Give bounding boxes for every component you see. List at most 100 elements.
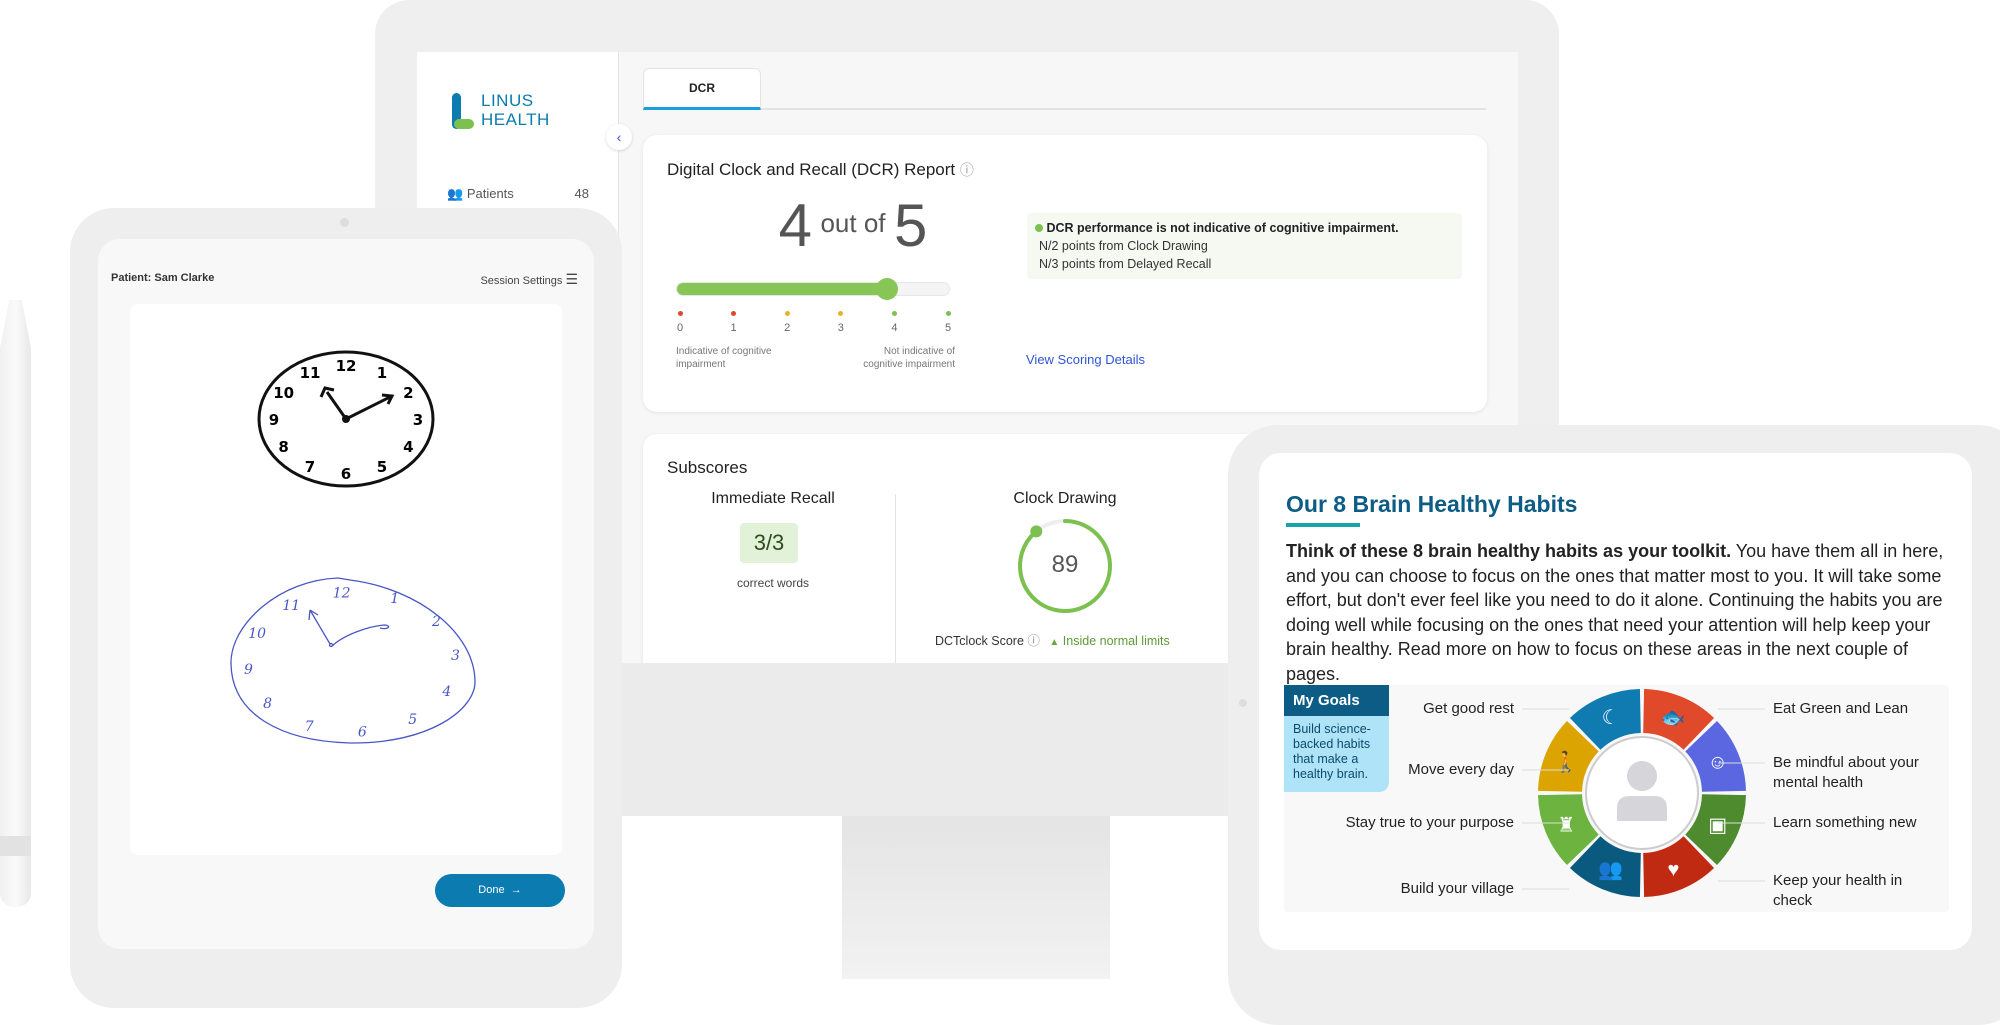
stylus-pencil [0,300,31,907]
divider [895,494,896,663]
habits-screen: Our 8 Brain Healthy Habits Think of thes… [1259,453,1972,950]
avatar-icon [1627,761,1657,791]
scale-tick: 4 [888,311,900,334]
drawing-canvas[interactable]: 12 1 2 3 4 5 6 7 8 9 10 11 12 1 2 3 4 5 6 7 8 9 10 11 [130,304,562,855]
ring-knob [1030,525,1043,538]
drawn-clock-number: 6 [358,725,367,741]
pencil-band [0,836,31,856]
habit-label: Eat Green and Lean [1773,700,1909,717]
tab-bar: DCR [643,68,1486,110]
clock-number: 9 [269,411,279,429]
drawn-clock-number: 7 [305,719,314,735]
drawn-clock-number: 5 [408,712,417,728]
clock-number: 10 [273,384,294,402]
done-button[interactable]: Done → [435,874,565,907]
right-caption: Not indicative of cognitive impairment [863,346,955,370]
scale-dot [731,311,737,316]
heart-icon: ♥ [1667,859,1679,881]
clock-number: 6 [341,465,351,483]
scale-tick: 5 [942,311,954,334]
habit-label: Be mindful about your mental health [1773,754,1919,791]
tablet-camera [340,218,349,227]
status-box: DCR performance is not indicative of cog… [1027,213,1462,279]
drawn-clock-number: 10 [248,626,266,642]
report-title: Digital Clock and Recall (DCR) Report [667,160,956,179]
score-slider [676,278,950,300]
scale-label: 3 [837,322,844,334]
scale-dot [677,311,683,316]
chess-king-icon: ♜ [1557,814,1575,836]
people-icon: 👥 [1598,859,1623,881]
wheel-center [1585,736,1699,850]
patient-drawn-clock: 12 1234567891011 [230,577,476,744]
avatar-body [1617,796,1667,821]
sidebar-item-patients[interactable]: 👥 Patients 48 [447,186,607,206]
drawn-clock-number: 12 [333,585,351,601]
scale-dot [945,311,951,316]
recall-score-badge: 3/3 [740,523,798,563]
scale-tick: 3 [835,311,847,334]
habit-label: Get good rest [1423,700,1514,717]
status-dot [1035,224,1043,232]
tab-dcr[interactable]: DCR [643,68,761,110]
dcr-report-card: Digital Clock and Recall (DCR) Report ⓘ … [643,135,1487,412]
reference-clock: 12 1234567891011 [257,350,435,488]
linus-health-logo: LINUS HEALTH [452,91,582,133]
drawn-clock-number: 2 [431,614,441,630]
patient-name: Patient: Sam Clarke [111,272,215,284]
clock-number: 11 [300,364,321,382]
monitor-stand [842,816,1110,979]
habit-label: Build your village [1400,880,1514,897]
session-settings-button[interactable]: Session Settings ☰ [480,271,578,288]
clock-number: 4 [403,438,413,456]
habit-label: Learn something new [1773,814,1917,831]
tablet-screen: Patient: Sam Clarke Session Settings ☰ 1… [98,239,594,949]
scale-dot [891,311,897,316]
scale-dot [838,311,844,316]
clock-number: 8 [278,438,288,456]
users-icon: 👥 [447,186,464,201]
clock-number: 3 [413,411,423,429]
scale-label: 1 [730,322,737,334]
info-icon[interactable]: ⓘ [960,162,974,178]
scale-label: 4 [891,322,898,334]
scale-label: 2 [784,322,791,334]
scale-tick: 1 [728,311,740,334]
moon-sleep-icon: ☾ [1602,707,1620,729]
drawn-clock-number: 3 [451,648,460,664]
drawn-clock-number: 11 [282,598,300,614]
score-slider-knob [876,278,899,300]
drawn-clock-number: 1 [390,591,399,607]
drawn-clock-number: 4 [441,684,451,700]
habit-label: Keep your health in check [1773,872,1903,909]
scale-dot [784,311,790,316]
clock-number: 7 [305,458,315,476]
drawn-clock-number: 9 [244,662,253,678]
chevron-left-icon: ‹ [616,129,622,145]
total-score: 4 out of 5 [778,192,928,259]
scale-tick: 0 [674,311,686,334]
clock-number: 5 [377,458,387,476]
menu-icon: ☰ [565,271,578,287]
left-caption: Indicative of cognitive impairment [676,346,772,370]
collapse-sidebar-button[interactable]: ‹ [606,124,632,150]
habit-label: Stay true to your purpose [1345,814,1514,831]
tablet-camera [1239,699,1247,707]
score-slider-fill [677,283,889,295]
triangle-up-icon: ▲ [1049,637,1060,648]
clock-number: 1 [377,364,387,382]
scale-label: 0 [676,322,684,334]
view-scoring-details-link[interactable]: View Scoring Details [1026,352,1145,367]
scale-label: 5 [944,322,952,334]
habit-label: Move every day [1408,761,1514,778]
scale-tick: 2 [781,311,793,334]
drawn-clock-number: 8 [263,696,272,712]
fish-icon: 🐟 [1661,707,1686,729]
clock-number: 12 [336,357,357,375]
info-icon[interactable]: ⓘ [1027,634,1040,648]
easel-icon: ▣ [1708,814,1727,836]
clock-drawings: 12 1234567891011 12 1234567891011 [230,350,476,744]
score-scale: 0 1 2 3 4 5 [677,311,951,341]
arrow-right-icon: → [510,884,522,896]
clock-number: 2 [403,384,413,402]
